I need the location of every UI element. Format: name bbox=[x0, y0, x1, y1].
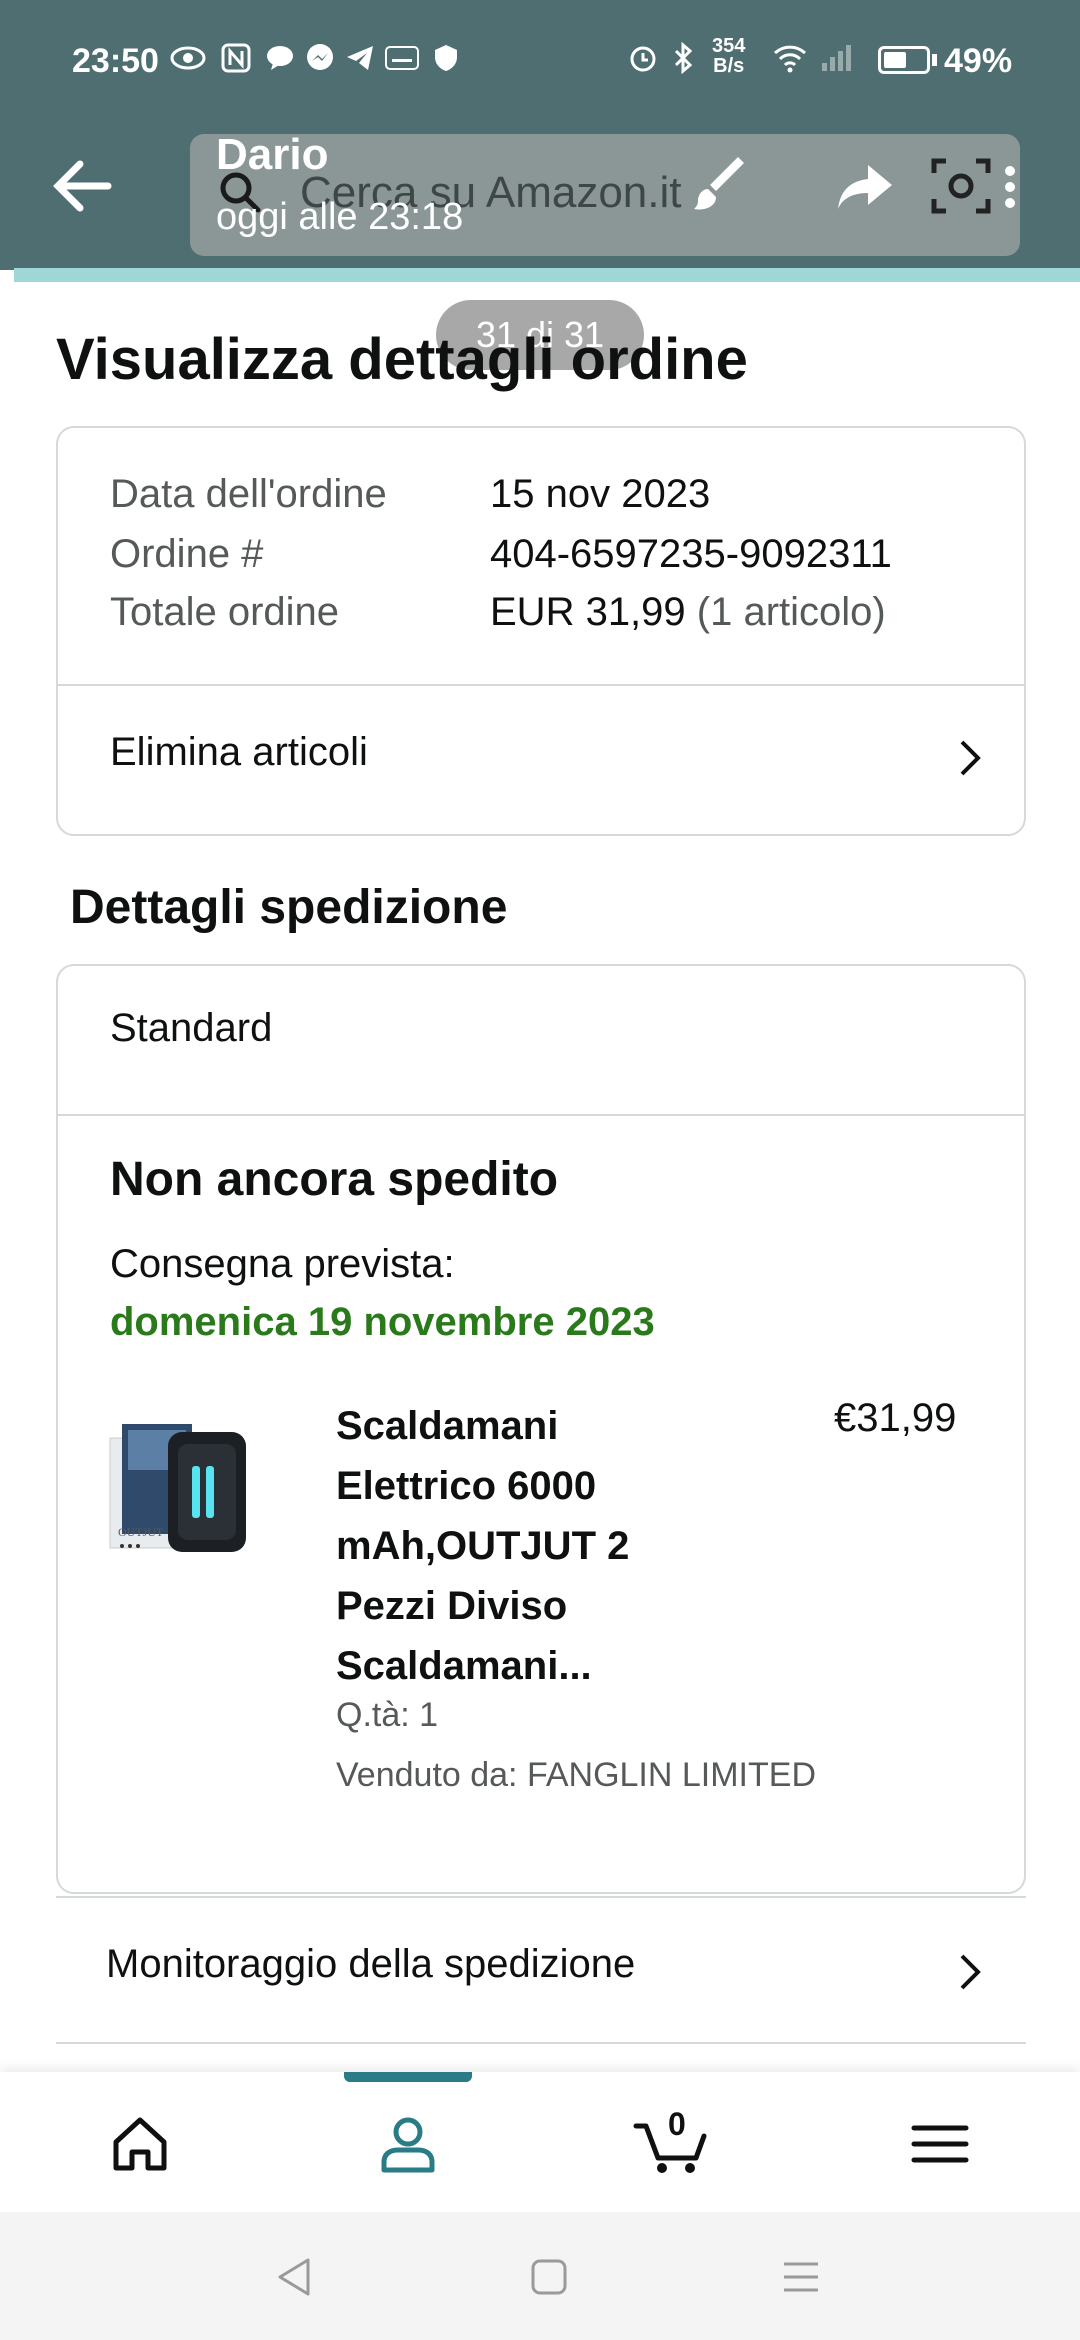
chevron-right-icon bbox=[960, 1954, 981, 1990]
share-forward-icon[interactable] bbox=[834, 155, 896, 217]
order-date-value: 15 nov 2023 bbox=[490, 472, 711, 516]
product-image[interactable]: OUTJUT bbox=[108, 1418, 258, 1558]
shipping-method: Standard bbox=[110, 1006, 273, 1050]
chevron-right-icon bbox=[960, 740, 981, 776]
status-bar: 23:50 354 B/s 49% bbox=[0, 0, 1080, 120]
signal-icon bbox=[820, 40, 856, 76]
order-total-label: Totale ordine bbox=[110, 590, 340, 634]
back-arrow-icon[interactable] bbox=[48, 150, 118, 220]
system-nav-bar bbox=[0, 2212, 1080, 2340]
alarm-icon bbox=[625, 40, 661, 76]
wifi-icon bbox=[772, 40, 808, 76]
shipment-card: Standard Non ancora spedito Consegna pre… bbox=[56, 964, 1026, 1894]
product-name[interactable]: Scaldamani Elettrico 6000 mAh,OUTJUT 2 P… bbox=[336, 1396, 666, 1696]
eye-icon bbox=[170, 40, 206, 76]
battery-tip bbox=[932, 54, 937, 66]
track-shipment-label: Monitoraggio della spedizione bbox=[106, 1942, 636, 1986]
network-speed: 354 B/s bbox=[712, 36, 745, 76]
cart-count: 0 bbox=[668, 2106, 686, 2142]
screenshot-icon[interactable] bbox=[930, 155, 992, 217]
delivery-date: domenica 19 novembre 2023 bbox=[110, 1300, 655, 1344]
home-icon[interactable] bbox=[108, 2112, 172, 2176]
delete-items-label: Elimina articoli bbox=[110, 730, 368, 774]
system-recents-icon[interactable] bbox=[776, 2252, 826, 2302]
nfc-icon bbox=[218, 40, 254, 76]
sent-time: oggi alle 23:18 bbox=[216, 196, 464, 238]
messenger-icon bbox=[302, 40, 338, 76]
track-shipment-row[interactable]: Monitoraggio della spedizione bbox=[56, 1896, 1026, 2044]
svg-text:OUTJUT: OUTJUT bbox=[118, 1525, 164, 1539]
order-summary-card: Data dell'ordine 15 nov 2023 Ordine # 40… bbox=[56, 426, 1026, 836]
brush-icon[interactable] bbox=[690, 155, 752, 217]
system-home-icon[interactable] bbox=[524, 2252, 574, 2302]
active-tab-indicator bbox=[344, 2072, 472, 2082]
sender-name: Dario bbox=[216, 130, 329, 179]
system-back-icon[interactable] bbox=[270, 2252, 320, 2302]
status-time: 23:50 bbox=[72, 42, 159, 80]
page-title: Visualizza dettagli ordine bbox=[56, 327, 748, 392]
order-date-label: Data dell'ordine bbox=[110, 472, 387, 516]
card-divider bbox=[58, 1114, 1024, 1116]
product-price: €31,99 bbox=[834, 1396, 957, 1440]
network-speed-unit: B/s bbox=[713, 55, 745, 77]
bottom-nav: 0 bbox=[0, 2072, 1080, 2212]
account-icon[interactable] bbox=[376, 2112, 440, 2176]
battery-percent: 49% bbox=[944, 42, 1013, 80]
order-number-label: Ordine # bbox=[110, 532, 264, 576]
delete-items-row[interactable]: Elimina articoli bbox=[58, 686, 1024, 834]
shield-icon bbox=[428, 40, 464, 76]
temu-icon bbox=[384, 40, 420, 76]
battery-icon bbox=[878, 46, 930, 74]
order-total-value: EUR 31,99 (1 articolo) bbox=[490, 590, 886, 635]
more-options-icon[interactable] bbox=[1000, 160, 1020, 220]
product-seller: Venduto da: FANGLIN LIMITED bbox=[336, 1756, 817, 1794]
chat-icon bbox=[262, 40, 298, 76]
telegram-icon bbox=[342, 40, 378, 76]
network-speed-value: 354 bbox=[712, 35, 746, 57]
bluetooth-icon bbox=[666, 40, 702, 76]
shipping-section-title: Dettagli spedizione bbox=[70, 881, 508, 934]
delivery-label: Consegna prevista: bbox=[110, 1242, 455, 1286]
product-quantity: Q.tà: 1 bbox=[336, 1696, 439, 1734]
header-accent-strip bbox=[14, 268, 1080, 282]
shipment-status: Non ancora spedito bbox=[110, 1153, 559, 1206]
order-total-count: (1 articolo) bbox=[696, 590, 886, 634]
menu-icon[interactable] bbox=[908, 2112, 972, 2176]
order-number-value: 404-6597235-9092311 bbox=[490, 532, 892, 576]
order-total-amount: EUR 31,99 bbox=[490, 590, 686, 634]
